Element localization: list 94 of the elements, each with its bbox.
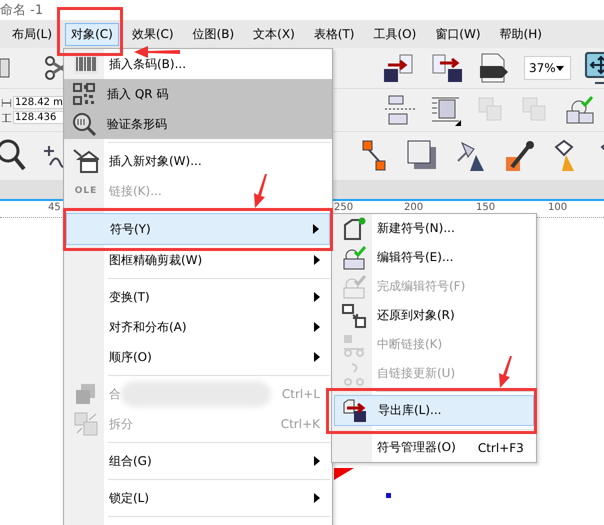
shortcut-label: Ctrl+F3 [478, 440, 524, 454]
menu-item[interactable]: 编辑符号(E)... [334, 243, 534, 272]
menu-item-label: 还原到对象(R) [377, 307, 455, 324]
ruler-label: 100 [548, 202, 568, 213]
menu-item[interactable]: 还原到对象(R) [334, 301, 534, 330]
menu-item-label: 拆分 [109, 416, 133, 432]
new-page-icon [342, 216, 366, 240]
menu-bar-item[interactable]: 帮助(H) [494, 22, 548, 46]
check-icon [342, 274, 366, 298]
menu-bar-item[interactable]: 布局(L) [6, 22, 58, 46]
menu-item-label: 组合(G) [109, 452, 152, 470]
pointer-arrow [134, 45, 180, 59]
ruler-label: 250 [334, 202, 354, 213]
menu-item-label: 自链接更新(U) [377, 365, 456, 382]
check-icon [342, 246, 366, 270]
menu-item-label: 符号(Y) [110, 220, 151, 238]
menu-item-label: 插入新对象(W)... [109, 152, 202, 170]
menu-item[interactable]: 锁定(L) [66, 483, 330, 513]
dropdown-arrow-icon [556, 66, 564, 70]
menu-item[interactable]: 变换(T) [66, 282, 330, 312]
menu-bar-item[interactable]: 工具(O) [367, 22, 422, 46]
insert-object-icon [73, 149, 99, 173]
eyedropper-icon[interactable] [504, 139, 536, 173]
menu-item-label: 验证条形码 [107, 116, 167, 132]
submenu-arrow-icon [314, 255, 320, 265]
menu-bar-item[interactable]: 对象(C) [65, 22, 119, 46]
menu-item-label: 编辑符号(E)... [377, 249, 454, 266]
export-icon [342, 398, 368, 422]
check-icon[interactable] [565, 95, 595, 125]
menu-item[interactable]: 插入 QR 码 [64, 79, 332, 109]
menu-item[interactable]: 符号管理器(O) Ctrl+F3 [334, 433, 534, 462]
align-icon[interactable] [385, 94, 415, 126]
menu-item-label: 插入条码(B)... [109, 56, 186, 72]
menu-bar-item[interactable]: 表格(T) [308, 22, 360, 46]
menu-bar-item[interactable]: 文本(X) [247, 22, 301, 46]
pointer-arrow [252, 174, 268, 208]
split-icon [74, 412, 98, 436]
submenu-arrow-icon [314, 292, 320, 302]
selection-handle [386, 493, 391, 498]
menu-item-label: 顺序(O) [109, 348, 152, 366]
menu-item-label: 中断链接(K) [377, 336, 442, 353]
squares-arrow-icon [342, 304, 366, 328]
submenu-arrow-icon [313, 224, 319, 234]
menu-item[interactable]: 顺序(O) [66, 342, 330, 372]
menu-item-label: 导出库(L)... [378, 402, 442, 419]
menu-item[interactable]: 导出库(L)... [334, 395, 534, 426]
shortcut-label: Ctrl+K [280, 417, 320, 431]
menu-item-label: 新建符号(N)... [377, 220, 455, 237]
ruler-label: 45 [48, 202, 61, 213]
menu-item-label: 变换(T) [109, 288, 150, 306]
submenu-arrow-icon [314, 352, 320, 362]
zoom-tool-icon[interactable] [0, 139, 26, 173]
ole-icon: OLE [74, 186, 98, 196]
menu-item[interactable]: 验证条形码 [64, 109, 332, 139]
shortcut-label: Ctrl+L [282, 387, 320, 401]
height-icon [2, 114, 11, 122]
shape-fragment [334, 468, 354, 480]
document-icon[interactable] [478, 52, 510, 84]
menu-item[interactable]: 图框精确剪裁(W) [66, 245, 330, 275]
menu-item-label: 锁定(L) [109, 490, 150, 506]
overlap-icon [75, 383, 97, 405]
menu-bar-item[interactable]: 效果(C) [126, 22, 180, 46]
width-icon [2, 98, 11, 106]
pointer-arrow [497, 356, 513, 388]
menu-item-label: 对齐和分布(A) [109, 318, 187, 336]
magnifier-icon [72, 112, 96, 136]
menu-item-label: 插入 QR 码 [107, 86, 168, 102]
menu-item[interactable]: 符号(Y) [66, 213, 330, 245]
menu-item-label: 链接(K)... [109, 182, 162, 200]
submenu-arrow-icon [314, 456, 320, 466]
menu-item-label: 图框精确剪裁(W) [109, 252, 202, 268]
menu-item[interactable]: 组合(G) [66, 446, 330, 476]
submenu-arrow-icon [314, 322, 320, 332]
menu-item-label: 完成编辑符号(F) [377, 278, 466, 295]
ruler-label: 200 [404, 202, 424, 213]
height-field[interactable]: 128.436 [13, 111, 65, 124]
barcode-icon [74, 54, 98, 74]
chain-icon [342, 362, 366, 386]
menu-item-label: 符号管理器(O) [377, 439, 456, 456]
menu-item[interactable]: 新建符号(N)... [334, 214, 534, 243]
submenu-arrow-icon [314, 493, 320, 503]
chain-icon [342, 332, 366, 356]
zoom-dropdown[interactable]: 37% [524, 56, 571, 80]
ruler-label: 150 [476, 202, 496, 213]
qr-code-icon [73, 83, 95, 105]
menu-item-label: 合 [109, 386, 121, 402]
export-icon[interactable] [430, 53, 464, 83]
width-field[interactable]: 128.42 m [13, 96, 65, 109]
menu-bar-item[interactable]: 位图(B) [186, 22, 240, 46]
window-title: 命名 -1 [0, 2, 44, 19]
highlight-frame [57, 7, 123, 56]
menu-item[interactable]: 插入条码(B)... [66, 49, 330, 79]
menu-bar-item[interactable]: 窗口(W) [429, 22, 487, 46]
menu-item[interactable]: 对齐和分布(A) [66, 312, 330, 342]
